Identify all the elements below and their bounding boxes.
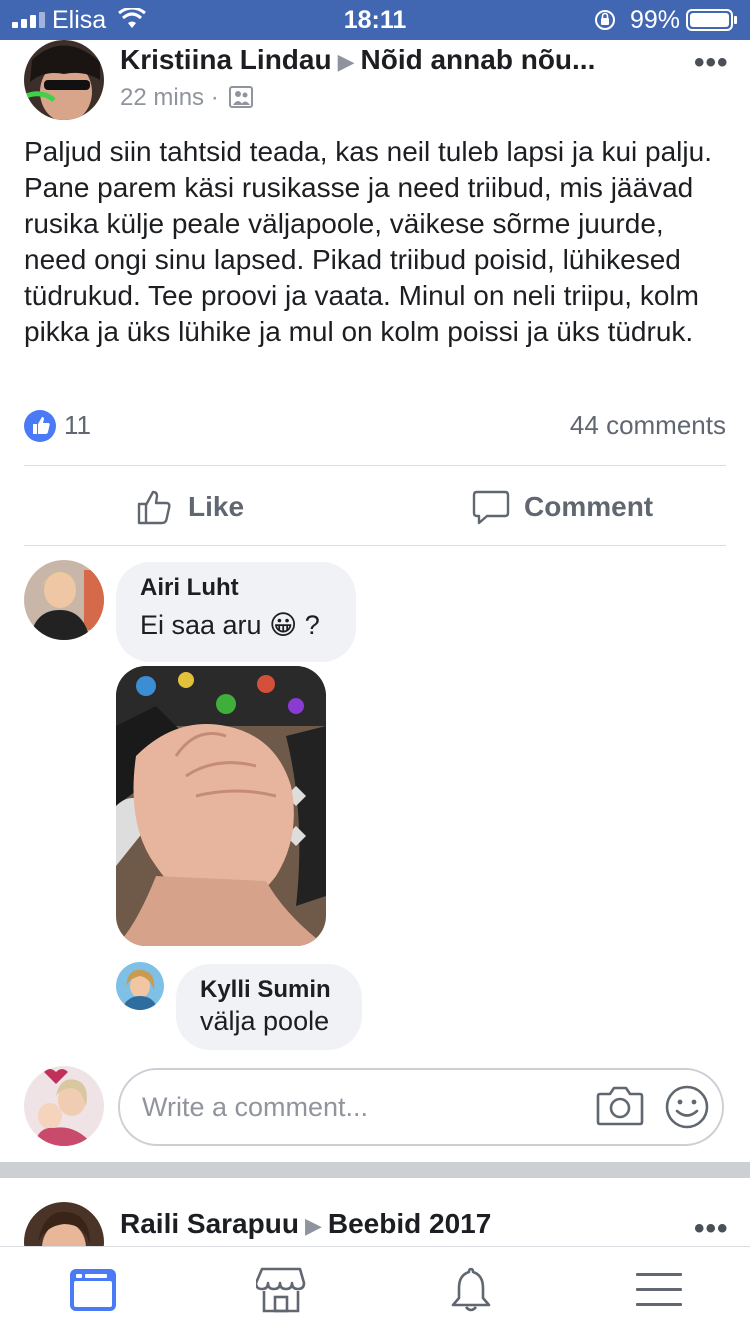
comment-text-suffix: ?: [304, 610, 320, 640]
news-feed-icon[interactable]: [68, 1265, 118, 1315]
comment-count[interactable]: 44 comments: [570, 410, 726, 441]
comment-text: Ei saa aru 😀 ?: [140, 610, 332, 641]
comment-input[interactable]: Write a comment...: [142, 1092, 368, 1123]
reactions-bar[interactable]: 11 44 comments: [24, 408, 726, 444]
camera-icon[interactable]: [596, 1084, 644, 1128]
comment-bubble-icon: [472, 490, 510, 525]
next-post-author-line[interactable]: Raili Sarapuu ▶ Beebid 2017: [120, 1208, 491, 1240]
post-group-name[interactable]: Nõid annab nõu...: [361, 44, 596, 75]
feed-separator: [0, 1162, 750, 1178]
comment-photo[interactable]: [116, 666, 326, 946]
reply-author[interactable]: Kylli Sumin: [200, 976, 338, 1004]
post-body: Paljud siin tahtsid teada, kas neil tule…: [24, 136, 712, 347]
next-post-group[interactable]: Beebid 2017: [328, 1208, 491, 1239]
like-count[interactable]: 11: [64, 410, 91, 441]
like-button[interactable]: Like: [136, 480, 244, 534]
my-avatar[interactable]: [24, 1066, 104, 1146]
comment-button[interactable]: Comment: [472, 480, 653, 534]
menu-icon[interactable]: [634, 1265, 684, 1315]
reply-avatar[interactable]: [116, 962, 164, 1010]
notifications-icon[interactable]: [446, 1265, 496, 1315]
battery-icon: [686, 9, 737, 31]
marketplace-icon[interactable]: [256, 1265, 306, 1315]
thumbs-up-icon: [137, 490, 171, 525]
comment-author[interactable]: Airi Luht: [140, 574, 332, 602]
comment-composer[interactable]: Write a comment...: [118, 1068, 724, 1146]
comment-bubble[interactable]: Airi Luht Ei saa aru 😀 ?: [116, 562, 356, 662]
author-avatar[interactable]: [24, 40, 104, 120]
post-author-name[interactable]: Kristiina Lindau: [120, 44, 332, 75]
reply-bubble[interactable]: Kylli Sumin välja poole: [176, 964, 362, 1050]
commenter-avatar[interactable]: [24, 560, 104, 640]
post-author-line[interactable]: Kristiina Lindau ▶ Nõid annab nõu...: [120, 44, 595, 76]
like-button-label: Like: [188, 491, 245, 522]
like-reaction-icon: [24, 410, 56, 442]
share-arrow-icon: ▶: [304, 1213, 322, 1238]
grin-emoji: 😀: [269, 610, 298, 640]
post-time[interactable]: 22 mins: [120, 84, 204, 111]
reply-text: välja poole: [200, 1006, 330, 1036]
post-more-button[interactable]: •••: [694, 46, 729, 80]
status-bar: Elisa 18:11 99%: [0, 0, 750, 40]
battery-percent: 99%: [630, 6, 681, 34]
comment-text-body: Ei saa aru: [140, 610, 262, 640]
group-privacy-icon: [229, 86, 254, 108]
meta-separator: ·: [210, 84, 219, 111]
next-post: Raili Sarapuu ▶ Beebid 2017 •••: [0, 1178, 750, 1246]
share-arrow-icon: ▶: [337, 49, 355, 74]
next-post-more-button[interactable]: •••: [694, 1212, 729, 1246]
divider: [24, 465, 726, 466]
divider: [24, 545, 726, 546]
post-meta: 22 mins ·: [120, 84, 254, 112]
comment-button-label: Comment: [524, 491, 654, 522]
bottom-tab-bar: [0, 1246, 750, 1334]
next-post-avatar[interactable]: [24, 1202, 104, 1246]
rotation-lock-icon: [595, 10, 615, 30]
smiley-icon[interactable]: [664, 1084, 710, 1130]
next-post-author[interactable]: Raili Sarapuu: [120, 1208, 299, 1239]
